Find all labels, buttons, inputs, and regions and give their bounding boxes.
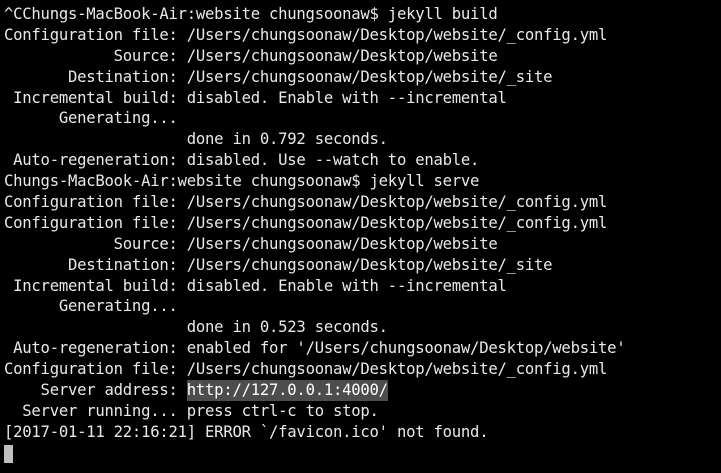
line-label: Source: [4,234,187,253]
line-label: Incremental build: [4,276,187,295]
line-value: done in 0.523 seconds. [186,318,388,337]
line-value: /Users/chungsoonaw/Desktop/website/_conf… [186,360,608,379]
line-label [4,317,187,338]
terminal-window[interactable]: ^CChungs-MacBook-Air:website chungsoonaw… [0,0,721,473]
line-value: /Users/chungsoonaw/Desktop/website [186,46,498,65]
line-value: disabled. Enable with --incremental [186,276,507,295]
line-label: Auto-regeneration: [4,339,187,358]
line-label: Configuration file: [4,360,187,379]
command-prompt-serve: Chungs-MacBook-Air:website chungsoonaw$ … [4,172,480,191]
line-label: Server running... [4,401,187,420]
line-label: Generating... [4,297,187,316]
line-value: disabled. Use --watch to enable. [186,151,480,170]
terminal-line: Incremental build: disabled. Enable with… [4,276,721,297]
terminal-line: Destination: /Users/chungsoonaw/Desktop/… [4,255,721,276]
line-label [4,129,187,150]
terminal-line-server-address: Server address: http://127.0.0.1:4000/ [4,380,721,401]
line-label: Configuration file: [4,193,187,212]
line-value: /Users/chungsoonaw/Desktop/website [186,234,498,253]
terminal-line: Source: /Users/chungsoonaw/Desktop/websi… [4,46,721,67]
terminal-line: Configuration file: /Users/chungsoonaw/D… [4,359,721,380]
server-address-link[interactable]: http://127.0.0.1:4000/ [186,380,388,401]
line-value: press ctrl-c to stop. [186,401,379,420]
line-label: Generating... [4,109,187,128]
text-cursor [4,444,13,463]
terminal-line: done in 0.523 seconds. [4,317,721,338]
terminal-line: Configuration file: /Users/chungsoonaw/D… [4,192,721,213]
terminal-line: Generating... [4,108,721,129]
line-label: Source: [4,46,187,65]
line-value: /Users/chungsoonaw/Desktop/website/_conf… [186,193,608,212]
line-label: Auto-regeneration: [4,151,187,170]
terminal-line: Configuration file: /Users/chungsoonaw/D… [4,213,721,234]
line-value: enabled for '/Users/chungsoonaw/Desktop/… [186,339,626,358]
terminal-input-line[interactable] [4,443,721,464]
line-value: done in 0.792 seconds. [186,130,388,149]
terminal-line: Configuration file: /Users/chungsoonaw/D… [4,25,721,46]
terminal-line: Generating... [4,296,721,317]
line-value: /Users/chungsoonaw/Desktop/website/_conf… [186,25,608,44]
line-label: Configuration file: [4,213,187,232]
line-value: /Users/chungsoonaw/Desktop/website/_site [186,255,553,274]
terminal-line-prompt-build: ^CChungs-MacBook-Air:website chungsoonaw… [4,4,721,25]
line-label: Configuration file: [4,25,187,44]
terminal-line-prompt-serve: Chungs-MacBook-Air:website chungsoonaw$ … [4,171,721,192]
terminal-line: Auto-regeneration: disabled. Use --watch… [4,150,721,171]
terminal-line: done in 0.792 seconds. [4,129,721,150]
terminal-line: Auto-regeneration: enabled for '/Users/c… [4,338,721,359]
line-label: Destination: [4,67,187,86]
command-prompt-build: ^CChungs-MacBook-Air:website chungsoonaw… [4,5,498,23]
terminal-line: Server running... press ctrl-c to stop. [4,401,721,422]
line-label: Server address: [4,381,187,400]
line-value: /Users/chungsoonaw/Desktop/website/_conf… [186,213,608,232]
terminal-line: Source: /Users/chungsoonaw/Desktop/websi… [4,234,721,255]
terminal-line: Destination: /Users/chungsoonaw/Desktop/… [4,67,721,88]
line-value: /Users/chungsoonaw/Desktop/website/_site [186,67,553,86]
line-value: disabled. Enable with --incremental [186,88,507,107]
line-label: Incremental build: [4,88,187,107]
terminal-line-error: [2017-01-11 22:16:21] ERROR `/favicon.ic… [4,422,721,443]
line-label: Destination: [4,255,187,274]
terminal-line: Incremental build: disabled. Enable with… [4,88,721,109]
error-message: [2017-01-11 22:16:21] ERROR `/favicon.ic… [4,422,489,441]
